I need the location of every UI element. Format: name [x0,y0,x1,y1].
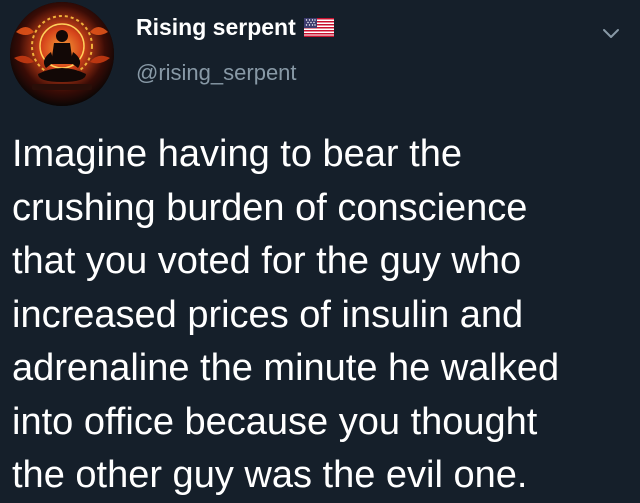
tweet-card: Rising serpent @rising_serpent Imagine h… [0,0,640,500]
meditating-figure-avatar-icon [10,2,114,106]
chevron-down-icon[interactable] [600,22,622,44]
user-handle[interactable]: @rising_serpent [136,60,297,86]
profile-avatar[interactable] [10,2,114,106]
name-row: Rising serpent [136,14,334,41]
display-name[interactable]: Rising serpent [136,14,296,41]
us-flag-icon [303,18,334,37]
tweet-text: Imagine having to bear the crushing burd… [12,133,560,496]
